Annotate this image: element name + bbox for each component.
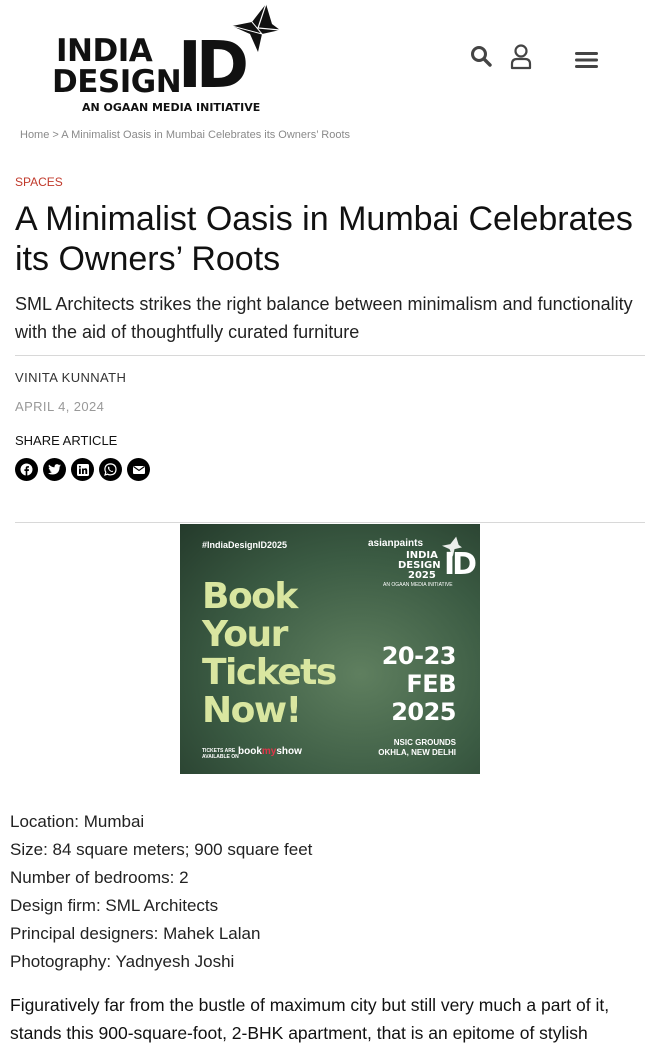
site-header: INDIA DESIGN ID AN OGAAN MEDIA INITIATIV… [0,0,660,125]
article-category-link[interactable]: SPACES [15,175,63,189]
share-whatsapp-button[interactable] [99,458,122,481]
share-twitter-button[interactable] [43,458,66,481]
article-title: A Minimalist Oasis in Mumbai Celebrates … [15,200,633,278]
fact-bedrooms: Number of bedrooms: 2 [10,868,189,887]
share-facebook-button[interactable] [15,458,38,481]
article-date: APRIL 4, 2024 [15,399,105,414]
logo-tagline: AN OGAAN MEDIA INITIATIVE [82,101,261,114]
fact-size: Size: 84 square meters; 900 square feet [10,840,313,859]
site-logo[interactable]: INDIA DESIGN ID AN OGAAN MEDIA INITIATIV… [52,4,282,116]
ad-logo-star-icon [442,536,462,557]
advertisement-banner[interactable]: #IndiaDesignID2025 asianpaints INDIA DES… [180,524,480,774]
user-icon[interactable] [510,44,532,70]
logo-star-icon [232,4,280,52]
ad-event-dates: 20-23 FEB 2025 [381,642,457,726]
ad-dates-days: 20-23 [381,642,457,670]
breadcrumb-home-link[interactable]: Home [20,129,49,141]
article-author-link[interactable]: VINITA KUNNATH [15,370,126,385]
project-facts: Location: Mumbai Size: 84 square meters;… [10,808,312,976]
logo-line-india: INDIA [56,33,153,69]
share-email-button[interactable] [127,458,150,481]
ad-headline-line: Tickets [202,652,337,693]
ad-tickets-line: AVAILABLE ON [202,754,239,760]
ad-partner-part: my [261,746,277,757]
search-icon[interactable] [470,44,492,68]
email-icon [132,465,145,474]
article-subtitle: SML Architects strikes the right balance… [15,294,633,342]
ad-venue: NSIC GROUNDS OKHLA, NEW DELHI [378,738,456,758]
divider [15,355,645,356]
ad-headline-line: Book [202,576,298,617]
ad-dates-year: 2025 [391,698,456,726]
ad-ticket-partner-logo: bookmyshow [238,746,302,757]
share-linkedin-button[interactable] [71,458,94,481]
whatsapp-icon [104,463,117,476]
ad-partner-part: show [276,746,302,757]
fact-photography: Photography: Yadnyesh Joshi [10,952,235,971]
twitter-icon [48,464,61,475]
ad-headline-line: Your [202,614,288,655]
ad-sponsor: asianpaints [368,538,424,549]
linkedin-icon [76,463,89,476]
ad-hashtag: #IndiaDesignID2025 [202,540,288,550]
fact-principal-designers: Principal designers: Mahek Lalan [10,924,261,943]
fact-design-firm: Design firm: SML Architects [10,896,219,915]
logo-line-design: DESIGN [52,64,182,100]
fact-location: Location: Mumbai [10,812,145,831]
ad-tickets-note: TICKETS ARE AVAILABLE ON [202,748,239,760]
share-label: SHARE ARTICLE [15,433,118,448]
ad-logo-tagline: AN OGAAN MEDIA INITIATIVE [383,582,453,588]
share-buttons [15,458,150,481]
ad-dates-month: FEB [406,670,456,698]
ad-logo-line-year: 2025 [408,570,436,581]
divider [15,522,645,523]
ad-venue-line: NSIC GROUNDS [393,738,456,747]
menu-icon[interactable] [575,50,599,70]
breadcrumb: Home > A Minimalist Oasis in Mumbai Cele… [20,129,350,141]
breadcrumb-current: A Minimalist Oasis in Mumbai Celebrates … [61,129,351,141]
ad-partner-part: book [238,746,262,757]
breadcrumb-separator: > [52,129,59,141]
ad-headline-line: Now! [202,690,302,731]
article-body-paragraph: Figuratively far from the bustle of maxi… [10,995,610,1043]
ad-venue-line: OKHLA, NEW DELHI [378,748,456,757]
ad-headline: Book Your Tickets Now! [202,576,337,731]
facebook-icon [20,463,33,476]
